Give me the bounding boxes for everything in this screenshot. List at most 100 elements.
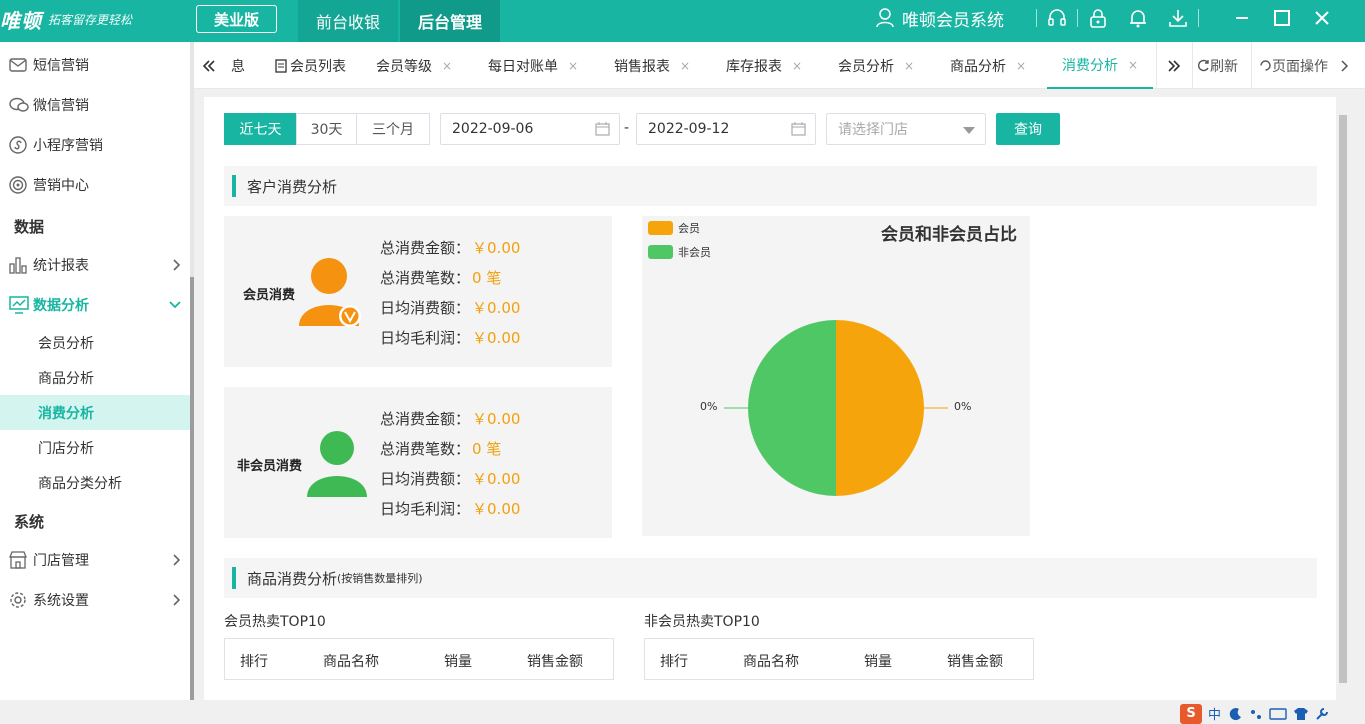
double-chevron-left-icon <box>202 59 215 72</box>
tab-close-icon[interactable]: × <box>792 59 802 73</box>
range-30days-button[interactable]: 30天 <box>296 113 357 145</box>
maximize-icon[interactable] <box>1262 0 1302 36</box>
tab-member-analysis[interactable]: 会员分析 × <box>838 42 914 89</box>
refresh-icon <box>1198 59 1209 72</box>
sidebar-sub-product-analysis[interactable]: 商品分析 <box>0 360 190 395</box>
ime-lang: 中 <box>1208 708 1222 723</box>
sidebar-item-marketing[interactable]: 营销中心 <box>0 167 190 203</box>
col-product-name: 商品名称 <box>743 654 799 670</box>
bell-icon[interactable] <box>1118 0 1158 36</box>
range-7days-button[interactable]: 近七天 <box>224 113 297 145</box>
sidebar-sub-category-analysis[interactable]: 商品分类分析 <box>0 465 190 500</box>
start-date-input[interactable]: 2022-09-06 <box>440 113 620 145</box>
sidebar-sub-store-analysis[interactable]: 门店分析 <box>0 430 190 465</box>
sidebar-sub-member-analysis[interactable]: 会员分析 <box>0 325 190 360</box>
nav-tab-admin[interactable]: 后台管理 <box>400 0 500 42</box>
col-product-name: 商品名称 <box>323 654 379 670</box>
customer-section-header: 客户消费分析 <box>224 166 1317 206</box>
tab-daily-statement[interactable]: 每日对账单 × <box>488 42 578 89</box>
nonmember-card-label: 非会员消费 <box>237 459 303 474</box>
sidebar-item-system-settings[interactable]: 系统设置 <box>0 582 190 618</box>
top-icons <box>1036 0 1199 36</box>
col-rank: 排行 <box>240 654 268 670</box>
pie-slice-member[interactable] <box>836 320 924 496</box>
member-daily-profit: 日均毛利润： ￥0.00 <box>380 329 521 347</box>
tab-close-icon[interactable]: × <box>1128 58 1138 72</box>
tab-sales-report[interactable]: 销售报表 × <box>614 42 690 89</box>
tab-more[interactable] <box>1340 42 1350 89</box>
tab-scroll-left[interactable] <box>202 42 216 89</box>
refresh-button[interactable]: 刷新 <box>1197 42 1238 89</box>
tab-close-icon[interactable]: × <box>680 59 690 73</box>
tab-partial[interactable]: 息 <box>231 42 245 89</box>
tab-scroll-right[interactable] <box>1167 42 1181 89</box>
bottom-strip <box>0 700 1365 724</box>
nonmember-user-icon <box>307 431 367 497</box>
close-icon[interactable] <box>1302 0 1342 36</box>
logo-slogan: 拓客留存更轻松 <box>48 12 133 27</box>
lock-icon[interactable] <box>1078 0 1118 36</box>
shirt-icon <box>1294 707 1309 720</box>
ime-toolbar[interactable]: S 中 <box>1180 703 1329 724</box>
minimize-icon[interactable] <box>1222 0 1262 36</box>
range-3months-button[interactable]: 三个月 <box>356 113 430 145</box>
col-rank: 排行 <box>660 654 688 670</box>
calendar-icon <box>791 121 807 141</box>
tab-consumption-analysis[interactable]: 消费分析 × <box>1047 42 1153 89</box>
end-date-input[interactable]: 2022-09-12 <box>636 113 816 145</box>
tab-member-level[interactable]: 会员等级 × <box>376 42 452 89</box>
tab-product-analysis[interactable]: 商品分析 × <box>950 42 1026 89</box>
tab-close-icon[interactable]: × <box>568 59 578 73</box>
logo: 唯顿 拓客留存更轻松 <box>0 4 132 34</box>
punctuation-icon <box>1251 709 1262 719</box>
download-icon[interactable] <box>1158 0 1198 36</box>
sidebar-item-stats-report[interactable]: 统计报表 <box>0 247 190 283</box>
member-user-icon <box>299 258 361 327</box>
tab-close-icon[interactable]: × <box>904 59 914 73</box>
sidebar-scrollbar[interactable] <box>190 42 194 724</box>
member-total-amount: 总消费金额： ￥0.00 <box>380 239 521 257</box>
window-controls <box>1222 0 1342 36</box>
user-icon <box>876 8 894 28</box>
store-select[interactable]: 请选择门店 <box>826 113 986 145</box>
chevron-right-icon <box>1341 59 1349 72</box>
sidebar-sub-consumption-analysis[interactable]: 消费分析 <box>0 395 190 430</box>
sidebar-item-store-mgmt[interactable]: 门店管理 <box>0 542 190 578</box>
sidebar-item-sms[interactable]: 短信营销 <box>0 47 190 83</box>
sidebar-item-wechat[interactable]: 微信营销 <box>0 87 190 123</box>
pie-label-nonmember: 0% <box>700 400 718 413</box>
chat-icon <box>9 97 29 113</box>
content-scrollbar[interactable] <box>1337 97 1349 700</box>
sidebar-section-data: 数据 <box>14 218 45 236</box>
nonmember-consumption-card: 非会员消费 总消费金额： ￥0.00 总消费笔数： 0 笔 日均消费额： ￥0.00 … <box>224 387 612 538</box>
calendar-icon <box>595 121 611 141</box>
tab-close-icon[interactable]: × <box>1016 59 1026 73</box>
system-name[interactable]: 唯顿会员系统 <box>876 0 1004 36</box>
store-icon <box>9 551 29 569</box>
envelope-icon <box>9 58 29 72</box>
edition-button[interactable]: 美业版 <box>196 5 277 33</box>
pie-label-member: 0% <box>954 400 972 413</box>
tab-close-icon[interactable]: × <box>442 59 452 73</box>
chevron-right-icon <box>172 553 182 571</box>
nonmember-daily-profit: 日均毛利润： ￥0.00 <box>380 500 521 518</box>
sidebar-section-system: 系统 <box>14 513 45 531</box>
sidebar-item-data-analysis[interactable]: 数据分析 <box>0 287 190 323</box>
tab-inventory-report[interactable]: 库存报表 × <box>726 42 802 89</box>
nonmember-top10-title: 非会员热卖TOP10 <box>644 614 760 630</box>
query-button[interactable]: 查询 <box>996 113 1060 145</box>
page-ops-button[interactable]: 页面操作 <box>1259 42 1328 89</box>
member-consumption-card: 会员消费 总消费金额： ￥0.00 总消费笔数： 0 笔 日均消费额： ￥0.00 日… <box>224 216 612 367</box>
bar-chart-icon <box>9 256 29 274</box>
member-total-count: 总消费笔数： 0 笔 <box>380 269 502 287</box>
tab-member-list[interactable]: 会员列表 <box>274 42 346 89</box>
moon-icon <box>1229 707 1242 720</box>
pie-slice-nonmember[interactable] <box>748 320 836 496</box>
monitor-chart-icon <box>9 296 29 314</box>
sidebar-item-miniapp[interactable]: 小程序营销 <box>0 127 190 163</box>
col-sales-amount: 销售金额 <box>947 654 1003 670</box>
col-sales-amount: 销售金额 <box>527 654 583 670</box>
nav-tab-pos[interactable]: 前台收银 <box>298 0 398 42</box>
headset-icon[interactable] <box>1037 0 1077 36</box>
col-quantity: 销量 <box>444 654 472 670</box>
